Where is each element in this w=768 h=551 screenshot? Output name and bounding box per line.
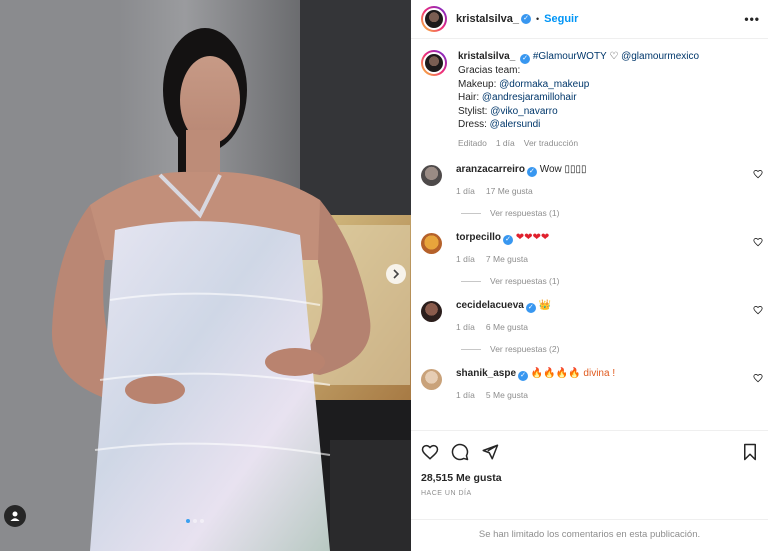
next-photo-button[interactable] xyxy=(386,264,406,284)
view-replies-button[interactable]: Ver respuestas (1) xyxy=(461,276,768,286)
caption-author-avatar[interactable] xyxy=(421,50,447,76)
comment-time: 1 día xyxy=(456,254,475,264)
verified-badge-icon: ✓ xyxy=(521,14,531,24)
comment-likes[interactable]: 5 Me gusta xyxy=(486,390,528,400)
follow-button[interactable]: Seguir xyxy=(544,13,578,25)
like-comment-heart-icon[interactable] xyxy=(753,237,763,247)
caption-line: Stylist: @viko_navarro xyxy=(458,105,558,117)
caption-line-mention[interactable]: @viko_navarro xyxy=(490,106,557,117)
more-options-icon[interactable]: ••• xyxy=(744,12,760,26)
comment-body: aranzacarreiro ✓ Wow ▯▯▯▯ 1 día 17 Me gust… xyxy=(456,164,587,196)
like-heart-icon[interactable] xyxy=(421,443,439,461)
caption-line: Gracias team: xyxy=(458,65,521,76)
tagged-users-button[interactable] xyxy=(4,505,26,527)
comment-time: 1 día xyxy=(456,390,475,400)
carousel-dot-active xyxy=(186,519,190,523)
caption-line: Makeup: @dormaka_makeup xyxy=(458,78,590,90)
caption-author[interactable]: kristalsilva_ xyxy=(458,51,515,62)
translate-link[interactable]: Ver traducción xyxy=(524,138,578,148)
comment-text: 👑 xyxy=(538,300,552,311)
commenter-username[interactable]: shanik_aspe xyxy=(456,368,516,379)
comment-time: 1 día xyxy=(456,322,475,332)
post-caption: kristalsilva_ ✓ #GlamourWOTY ♡ @glamourm… xyxy=(411,40,768,150)
view-replies-button[interactable]: Ver respuestas (1) xyxy=(461,208,768,218)
comment-body: torpecillo ✓ ❤❤❤❤ 1 día 7 Me gusta xyxy=(456,232,549,264)
edited-label: Editado xyxy=(458,137,487,148)
commenter-username[interactable]: aranzacarreiro xyxy=(456,164,525,175)
comment-item: aranzacarreiro ✓ Wow ▯▯▯▯ 1 día 17 Me gust… xyxy=(411,164,768,196)
post-date[interactable]: HACE UN DÍA xyxy=(421,490,758,497)
verified-badge-icon: ✓ xyxy=(503,235,514,245)
separator-dot: • xyxy=(536,14,540,24)
caption-text: kristalsilva_ ✓ #GlamourWOTY ♡ @glamourm… xyxy=(458,50,699,150)
comments-limited-notice: Se han limitado los comentarios en esta … xyxy=(411,519,768,551)
user-icon xyxy=(10,511,20,521)
commenter-avatar[interactable] xyxy=(421,165,442,186)
comment-item: shanik_aspe ✓ 🔥🔥🔥🔥 divina ! 1 día 5 Me gus… xyxy=(411,368,768,400)
comment-likes[interactable]: 6 Me gusta xyxy=(486,322,528,332)
post-actions: 28,515 Me gusta HACE UN DÍA xyxy=(411,430,768,526)
action-icons xyxy=(421,441,758,463)
share-icon[interactable] xyxy=(481,443,499,461)
caption-meta: Editado 1 día Ver traducción xyxy=(458,137,699,151)
caption-mention[interactable]: @glamourmexico xyxy=(621,51,699,62)
caption-heart: ♡ xyxy=(609,51,619,62)
comment-likes[interactable]: 7 Me gusta xyxy=(486,254,528,264)
caption-hashtag[interactable]: #GlamourWOTY xyxy=(533,51,607,62)
comment-time: 1 día xyxy=(456,186,475,196)
comment-icon[interactable] xyxy=(451,443,469,461)
like-comment-heart-icon[interactable] xyxy=(753,305,763,315)
commenter-avatar[interactable] xyxy=(421,301,442,322)
comment-body: cecidelacueva ✓ 👑 1 día 6 Me gusta xyxy=(456,300,551,332)
caption-line: Dress: @alersundi xyxy=(458,119,541,130)
comment-text: 🔥🔥🔥🔥 divina ! xyxy=(530,368,616,379)
chevron-right-icon xyxy=(393,269,400,279)
comment-body: shanik_aspe ✓ 🔥🔥🔥🔥 divina ! 1 día 5 Me gus… xyxy=(456,368,615,400)
author-avatar[interactable] xyxy=(421,6,447,32)
commenter-username[interactable]: cecidelacueva xyxy=(456,300,524,311)
comments-scroll-area[interactable]: kristalsilva_ ✓ #GlamourWOTY ♡ @glamourm… xyxy=(411,40,768,429)
carousel-indicator xyxy=(186,519,204,523)
comment-text: Wow ▯▯▯▯ xyxy=(539,164,587,175)
post-header: kristalsilva_ ✓ • Seguir ••• xyxy=(411,0,768,39)
like-comment-heart-icon[interactable] xyxy=(753,169,763,179)
photo-illustration xyxy=(0,0,411,551)
carousel-dot xyxy=(200,519,204,523)
caption-line: Hair: @andresjaramillohair xyxy=(458,92,577,103)
likes-count[interactable]: 28,515 Me gusta xyxy=(421,472,758,484)
commenter-username[interactable]: torpecillo xyxy=(456,232,501,243)
commenter-avatar[interactable] xyxy=(421,369,442,390)
post-side-panel: kristalsilva_ ✓ • Seguir ••• kristalsilv… xyxy=(411,0,768,551)
carousel-dot xyxy=(193,519,197,523)
comment-text: ❤❤❤❤ xyxy=(515,232,550,243)
view-replies-button[interactable]: Ver respuestas (2) xyxy=(461,344,768,354)
verified-badge-icon: ✓ xyxy=(525,303,536,313)
caption-line-mention[interactable]: @dormaka_makeup xyxy=(499,79,589,90)
post-photo[interactable] xyxy=(0,0,411,551)
like-comment-heart-icon[interactable] xyxy=(753,373,763,383)
comment-likes[interactable]: 17 Me gusta xyxy=(486,186,533,196)
verified-badge-icon: ✓ xyxy=(518,371,529,381)
comment-item: torpecillo ✓ ❤❤❤❤ 1 día 7 Me gusta xyxy=(411,232,768,264)
caption-time: 1 día xyxy=(495,137,515,148)
comment-item: cecidelacueva ✓ 👑 1 día 6 Me gusta xyxy=(411,300,768,332)
save-bookmark-icon[interactable] xyxy=(742,443,758,461)
author-username[interactable]: kristalsilva_ xyxy=(456,13,519,25)
caption-line-mention[interactable]: @andresjaramillohair xyxy=(482,92,577,103)
caption-line-mention[interactable]: @alersundi xyxy=(490,119,541,130)
verified-badge-icon: ✓ xyxy=(526,167,537,177)
verified-badge-icon: ✓ xyxy=(520,54,531,64)
commenter-avatar[interactable] xyxy=(421,233,442,254)
